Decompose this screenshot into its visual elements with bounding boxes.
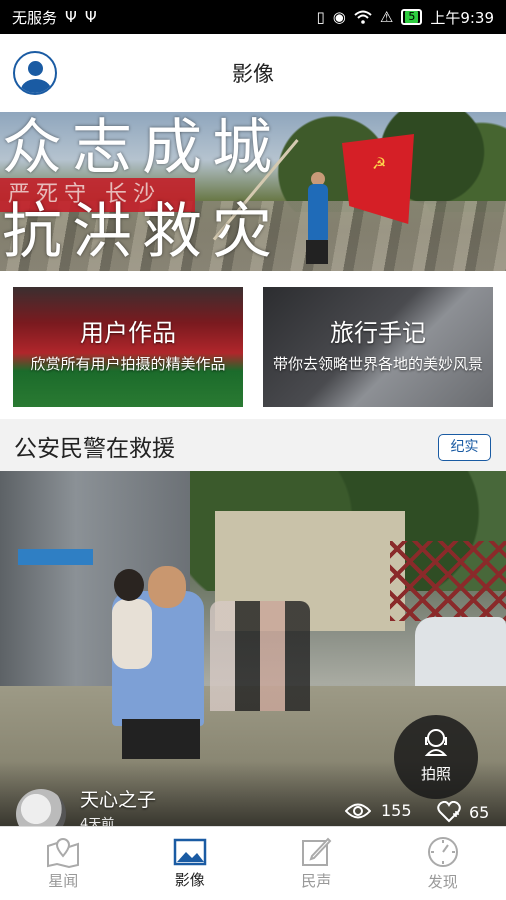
banner-headline-2: 抗洪救灾 xyxy=(2,197,282,267)
tab-label: 影像 xyxy=(174,871,205,889)
photo-lattice xyxy=(390,541,506,621)
like-button[interactable]: 65 xyxy=(437,801,489,823)
status-bar: 无服务 Ψ Ψ ▯ ◉ ⚠ 5 上午9:39 xyxy=(0,0,506,34)
user-icon xyxy=(28,61,43,76)
battery-level: 5 xyxy=(405,11,419,23)
category-cards: 用户作品 欣赏所有用户拍摄的精美作品 旅行手记 带你去领略世界各地的美妙风景 xyxy=(0,271,506,419)
like-count-value: 65 xyxy=(469,802,490,822)
heart-icon xyxy=(437,801,461,823)
tab-voices[interactable]: 民声 xyxy=(253,827,380,900)
edit-icon xyxy=(302,837,332,866)
view-count-value: 155 xyxy=(381,801,412,820)
post-header: 公安民警在救援 纪实 xyxy=(0,419,506,471)
usb-icon: Ψ xyxy=(65,8,77,26)
photo-child xyxy=(112,599,152,669)
travel-notes-card[interactable]: 旅行手记 带你去领略世界各地的美妙风景 xyxy=(263,287,493,407)
worker-legs xyxy=(306,240,328,264)
take-photo-label: 拍照 xyxy=(420,765,451,783)
hero-banner[interactable]: 严死守 长沙 ☭ 众志成城 抗洪救灾 xyxy=(0,112,506,271)
photo-crowd xyxy=(210,601,310,711)
category-tag-badge[interactable]: 纪实 xyxy=(438,434,491,461)
vibrate-icon: ▯ xyxy=(316,8,325,26)
photo-policeman-shorts xyxy=(122,719,200,759)
author-name[interactable]: 天心之子 xyxy=(80,785,156,812)
banner-headline-1: 众志成城 xyxy=(2,113,282,183)
card-title: 用户作品 xyxy=(80,319,176,347)
card-subtitle: 欣赏所有用户拍摄的精美作品 xyxy=(30,355,226,373)
tab-news[interactable]: 星闻 xyxy=(0,827,127,900)
user-icon-body xyxy=(21,79,51,93)
card-title: 旅行手记 xyxy=(330,319,426,347)
camera-person-icon xyxy=(424,729,448,756)
photo-policeman-head xyxy=(148,566,186,608)
eye-icon xyxy=(345,803,371,818)
image-icon xyxy=(173,838,206,866)
take-photo-button[interactable]: 拍照 xyxy=(394,715,478,799)
photo-awning xyxy=(18,549,93,565)
post-title[interactable]: 公安民警在救援 xyxy=(14,429,175,463)
wifi-icon xyxy=(354,10,372,24)
bottom-tab-bar: 星闻 影像 民声 发现 xyxy=(0,826,506,900)
app-header: 影像 xyxy=(0,34,506,112)
carrier-text: 无服务 xyxy=(12,8,58,27)
page-title: 影像 xyxy=(232,62,274,86)
tab-images[interactable]: 影像 xyxy=(127,827,254,900)
user-works-card[interactable]: 用户作品 欣赏所有用户拍摄的精美作品 xyxy=(13,287,243,407)
battery-icon: 5 xyxy=(401,9,423,25)
alert-icon: ⚠ xyxy=(379,8,394,26)
tab-label: 星闻 xyxy=(48,872,79,890)
worker-figure xyxy=(308,184,328,244)
flag-emblem-icon: ☭ xyxy=(372,154,387,173)
user-avatar-button[interactable] xyxy=(13,51,57,95)
usb-icon: Ψ xyxy=(84,8,97,26)
tab-label: 发现 xyxy=(427,873,458,891)
clock-time: 上午9:39 xyxy=(430,8,494,27)
tab-discover[interactable]: 发现 xyxy=(380,827,506,900)
photo-child-head xyxy=(114,569,144,601)
card-subtitle: 带你去领略世界各地的美妙风景 xyxy=(272,355,483,373)
view-count: 155 xyxy=(345,801,412,820)
photo-car xyxy=(415,617,506,697)
compass-icon xyxy=(427,837,458,867)
post-time: 4天前 xyxy=(80,817,115,826)
eye-icon: ◉ xyxy=(332,8,346,26)
map-pin-icon xyxy=(47,837,80,868)
tab-label: 民声 xyxy=(301,872,332,890)
